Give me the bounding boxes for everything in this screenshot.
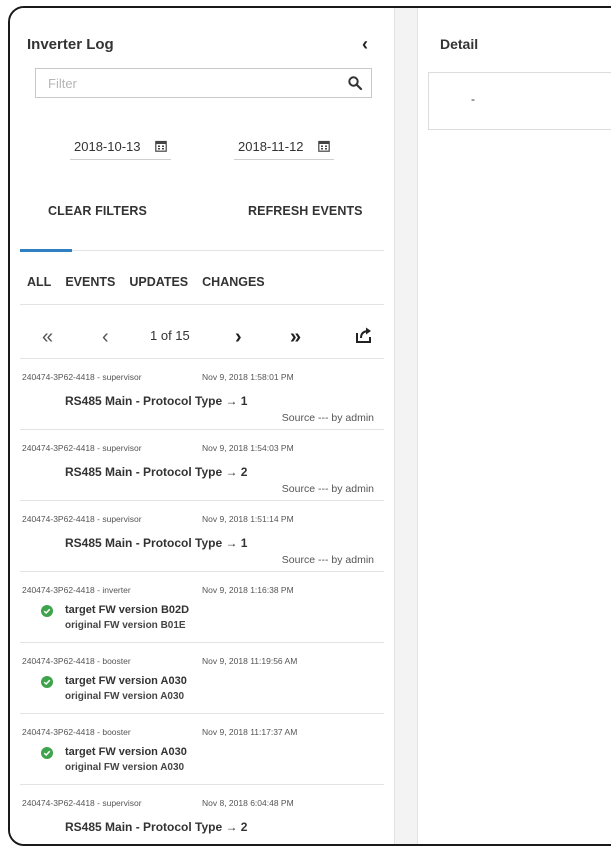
refresh-events-button[interactable]: REFRESH EVENTS — [248, 204, 363, 218]
divider — [20, 250, 384, 251]
event-time: Nov 8, 2018 6:04:48 PM — [202, 798, 294, 808]
event-source: Source --- by admin — [281, 554, 374, 566]
event-device: 240474-3P62-4418 - booster — [22, 656, 131, 666]
check-circle-icon — [41, 605, 53, 617]
inverter-log-panel: Inverter Log ‹ 2018-10-13 2018-11-12 — [10, 8, 394, 844]
search-icon[interactable] — [347, 75, 363, 91]
calendar-icon[interactable] — [154, 140, 167, 152]
list-item[interactable]: 240474-3P62-4418 - supervisor Nov 8, 201… — [20, 784, 384, 844]
event-change: RS485 Main - Protocol Type → 2 — [65, 820, 248, 834]
fw-original: original FW version B01E — [65, 620, 186, 631]
event-source: Source --- by admin — [281, 483, 374, 495]
event-time: Nov 9, 2018 1:54:03 PM — [202, 443, 294, 453]
event-device: 240474-3P62-4418 - supervisor — [22, 798, 142, 808]
prev-page-icon[interactable]: ‹ — [102, 326, 109, 349]
tab-updates[interactable]: UPDATES — [129, 275, 188, 289]
app-frame: Inverter Log ‹ 2018-10-13 2018-11-12 — [8, 6, 611, 846]
fw-original: original FW version A030 — [65, 762, 185, 773]
active-tab-indicator — [20, 249, 72, 252]
tab-all[interactable]: ALL — [27, 275, 51, 289]
fw-original: original FW version A030 — [65, 691, 185, 702]
check-circle-icon — [41, 676, 53, 688]
fw-target: target FW version B02D — [65, 604, 190, 616]
list-item[interactable]: 240474-3P62-4418 - booster Nov 9, 2018 1… — [20, 713, 384, 784]
detail-content: - — [428, 72, 611, 130]
filter-input[interactable] — [36, 69, 350, 97]
event-time: Nov 9, 2018 1:58:01 PM — [202, 372, 294, 382]
date-to-value: 2018-11-12 — [238, 138, 304, 154]
page-indicator: 1 of 15 — [150, 328, 190, 343]
clear-filters-button[interactable]: CLEAR FILTERS — [48, 204, 147, 218]
event-change: RS485 Main - Protocol Type → 1 — [65, 394, 248, 408]
event-time: Nov 9, 2018 1:51:14 PM — [202, 514, 294, 524]
event-device: 240474-3P62-4418 - supervisor — [22, 443, 142, 453]
collapse-panel-icon[interactable]: ‹ — [362, 34, 368, 55]
tab-events[interactable]: EVENTS — [65, 275, 115, 289]
detail-title: Detail — [440, 36, 479, 52]
date-to-field[interactable]: 2018-11-12 — [234, 133, 334, 160]
tab-bar: ALL EVENTS UPDATES CHANGES — [27, 275, 265, 289]
panel-title: Inverter Log — [27, 36, 114, 53]
list-item[interactable]: 240474-3P62-4418 - inverter Nov 9, 2018 … — [20, 571, 384, 642]
detail-value: - — [471, 92, 475, 106]
event-time: Nov 9, 2018 11:19:56 AM — [202, 656, 298, 666]
panel-splitter[interactable] — [394, 8, 418, 844]
list-item[interactable]: 240474-3P62-4418 - supervisor Nov 9, 201… — [20, 500, 384, 571]
export-icon[interactable] — [355, 326, 373, 344]
date-from-field[interactable]: 2018-10-13 — [70, 133, 171, 160]
event-list: 240474-3P62-4418 - supervisor Nov 9, 201… — [20, 358, 384, 844]
date-from-value: 2018-10-13 — [74, 138, 141, 154]
check-circle-icon — [41, 747, 53, 759]
tab-changes[interactable]: CHANGES — [202, 275, 265, 289]
list-item[interactable]: 240474-3P62-4418 - booster Nov 9, 2018 1… — [20, 642, 384, 713]
event-source: Source --- by admin — [281, 412, 374, 424]
next-page-icon[interactable]: › — [235, 326, 242, 349]
divider — [20, 304, 384, 305]
list-item[interactable]: 240474-3P62-4418 - supervisor Nov 9, 201… — [20, 358, 384, 429]
event-device: 240474-3P62-4418 - supervisor — [22, 514, 142, 524]
list-item[interactable]: 240474-3P62-4418 - supervisor Nov 9, 201… — [20, 429, 384, 500]
calendar-icon[interactable] — [317, 140, 330, 152]
event-change: RS485 Main - Protocol Type → 1 — [65, 536, 248, 550]
detail-panel: Detail - — [418, 8, 611, 844]
event-device: 240474-3P62-4418 - inverter — [22, 585, 131, 595]
event-time: Nov 9, 2018 1:16:38 PM — [202, 585, 294, 595]
last-page-icon[interactable]: » — [290, 326, 301, 349]
event-device: 240474-3P62-4418 - booster — [22, 727, 131, 737]
event-change: RS485 Main - Protocol Type → 2 — [65, 465, 248, 479]
fw-target: target FW version A030 — [65, 675, 187, 687]
first-page-icon[interactable]: « — [42, 326, 53, 349]
event-time: Nov 9, 2018 11:17:37 AM — [202, 727, 298, 737]
fw-target: target FW version A030 — [65, 746, 187, 758]
event-device: 240474-3P62-4418 - supervisor — [22, 372, 142, 382]
filter-field — [35, 68, 372, 98]
